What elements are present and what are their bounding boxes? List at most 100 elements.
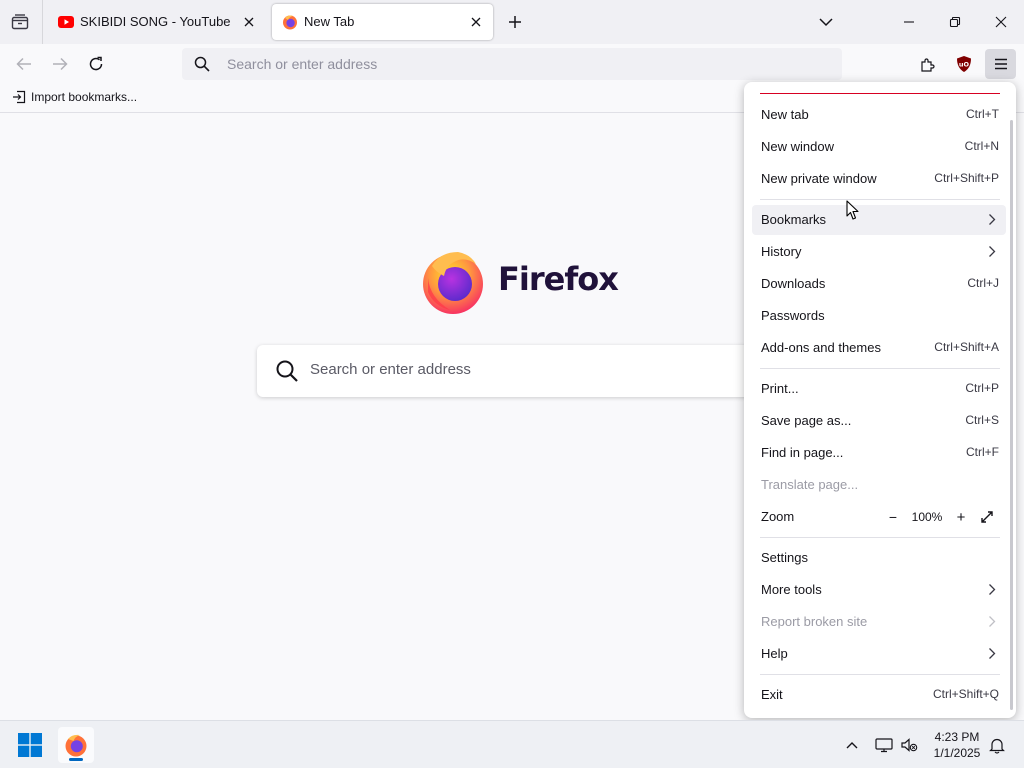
system-clock[interactable]: 4:23 PM 1/1/2025 [925, 729, 989, 761]
chevron-right-icon [989, 584, 996, 595]
restore-button[interactable] [933, 6, 977, 38]
taskbar-firefox-button[interactable] [58, 727, 94, 763]
new-tab-search-placeholder: Search or enter address [310, 361, 471, 378]
clock-date: 1/1/2025 [933, 746, 981, 760]
firefox-icon [65, 734, 87, 757]
tab-separator [42, 0, 43, 44]
menu-item-exit[interactable]: Exit Ctrl+Shift+Q [752, 680, 1006, 710]
tab-strip: SKIBIDI SONG - YouTube New Tab [0, 0, 1024, 44]
menu-item-new-private-window[interactable]: New private window Ctrl+Shift+P [752, 164, 1006, 194]
chevron-right-icon [989, 214, 996, 225]
import-bookmarks-label: Import bookmarks... [31, 90, 138, 104]
firefox-logo-icon [423, 252, 483, 314]
close-icon [471, 17, 481, 27]
arrow-left-icon [16, 57, 31, 71]
app-menu-button[interactable] [985, 49, 1016, 79]
address-bar[interactable]: Search or enter address [182, 48, 842, 80]
menu-item-new-window[interactable]: New window Ctrl+N [752, 132, 1006, 162]
menu-item-find-in-page[interactable]: Find in page... Ctrl+F [752, 438, 1006, 468]
minimize-icon [904, 21, 914, 23]
search-icon [194, 56, 210, 72]
zoom-in-button[interactable]: + [950, 506, 972, 528]
chevron-right-icon [989, 246, 996, 257]
chevron-right-icon [989, 616, 996, 627]
menu-item-shortcut: Ctrl+F [966, 445, 999, 459]
menu-separator [760, 368, 1000, 369]
menu-item-save-page-as[interactable]: Save page as... Ctrl+S [752, 406, 1006, 436]
menu-item-shortcut: Ctrl+Shift+A [934, 340, 999, 354]
windows-taskbar: 4:23 PM 1/1/2025 [0, 720, 1024, 768]
network-status-button[interactable] [872, 733, 896, 757]
menu-item-translate-page[interactable]: Translate page... [752, 470, 1006, 500]
tab-close-button[interactable] [467, 13, 485, 31]
menu-item-label: Downloads [761, 276, 826, 291]
menu-scrollbar[interactable] [1010, 120, 1013, 710]
address-bar-placeholder: Search or enter address [227, 56, 378, 72]
menu-item-print[interactable]: Print... Ctrl+P [752, 374, 1006, 404]
back-button[interactable] [10, 50, 38, 78]
menu-item-label: More tools [761, 582, 822, 597]
import-icon [13, 90, 26, 104]
chevron-right-icon [989, 648, 996, 659]
zoom-reset-button[interactable]: 100% [904, 510, 950, 524]
ublock-origin-button[interactable]: uO [950, 50, 978, 78]
menu-item-label: Save page as... [761, 413, 852, 428]
menu-item-new-tab[interactable]: New tab Ctrl+T [752, 100, 1006, 130]
clock-time: 4:23 PM [934, 730, 980, 744]
extensions-button[interactable] [914, 50, 942, 78]
menu-item-shortcut: Ctrl+Shift+P [934, 171, 999, 185]
new-tab-search-box[interactable]: Search or enter address [257, 345, 777, 397]
tab-new-tab[interactable]: New Tab [272, 4, 493, 40]
menu-item-label: History [761, 244, 802, 259]
volume-button[interactable] [897, 733, 921, 757]
firefox-view-button[interactable] [6, 8, 34, 36]
menu-item-report-broken-site[interactable]: Report broken site [752, 607, 1006, 637]
menu-item-label: New window [761, 139, 834, 154]
svg-text:uO: uO [959, 61, 970, 69]
chevron-up-icon [846, 742, 858, 749]
menu-item-label: Find in page... [761, 445, 844, 460]
new-tab-button[interactable] [503, 10, 527, 34]
forward-button[interactable] [46, 50, 74, 78]
fullscreen-icon [981, 511, 993, 523]
tab-youtube[interactable]: SKIBIDI SONG - YouTube [48, 4, 266, 40]
reload-button[interactable] [82, 50, 110, 78]
menu-item-help[interactable]: Help [752, 639, 1006, 669]
list-all-tabs-button[interactable] [814, 10, 838, 34]
chevron-down-icon [819, 18, 833, 27]
fullscreen-button[interactable] [976, 506, 998, 528]
menu-item-label: Print... [761, 381, 799, 396]
tab-close-button[interactable] [240, 13, 258, 31]
menu-item-more-tools[interactable]: More tools [752, 575, 1006, 605]
menu-separator [760, 537, 1000, 538]
plus-icon: + [956, 508, 966, 526]
import-bookmarks-button[interactable]: Import bookmarks... [12, 90, 137, 104]
menu-item-settings[interactable]: Settings [752, 543, 1006, 573]
menu-item-label: Bookmarks [761, 212, 827, 227]
menu-item-label: Translate page... [761, 477, 859, 492]
show-hidden-icons-button[interactable] [840, 733, 864, 757]
minimize-button[interactable] [887, 6, 931, 38]
ublock-shield-icon: uO [957, 56, 971, 72]
menu-item-label: Add-ons and themes [761, 340, 881, 355]
menu-item-label: New tab [761, 107, 809, 122]
menu-item-downloads[interactable]: Downloads Ctrl+J [752, 269, 1006, 299]
firefox-brand: Firefox [420, 248, 619, 314]
menu-item-shortcut: Ctrl+N [964, 139, 999, 153]
menu-item-shortcut: Ctrl+T [966, 107, 999, 121]
menu-separator [760, 199, 1000, 200]
close-window-button[interactable] [979, 6, 1023, 38]
reload-icon [89, 56, 103, 71]
menu-item-bookmarks[interactable]: Bookmarks [752, 205, 1006, 235]
menu-item-history[interactable]: History [752, 237, 1006, 267]
menu-item-shortcut: Ctrl+J [967, 276, 999, 290]
zoom-out-button[interactable]: − [882, 506, 904, 528]
menu-item-addons-themes[interactable]: Add-ons and themes Ctrl+Shift+A [752, 333, 1006, 363]
menu-item-shortcut: Ctrl+Shift+Q [932, 687, 999, 701]
menu-item-passwords[interactable]: Passwords [752, 301, 1006, 331]
menu-item-shortcut: Ctrl+S [965, 413, 999, 427]
arrow-right-icon [53, 57, 68, 71]
windows-start-icon[interactable] [18, 733, 42, 757]
menu-item-shortcut: Ctrl+P [965, 381, 999, 395]
notifications-button[interactable] [985, 733, 1009, 757]
